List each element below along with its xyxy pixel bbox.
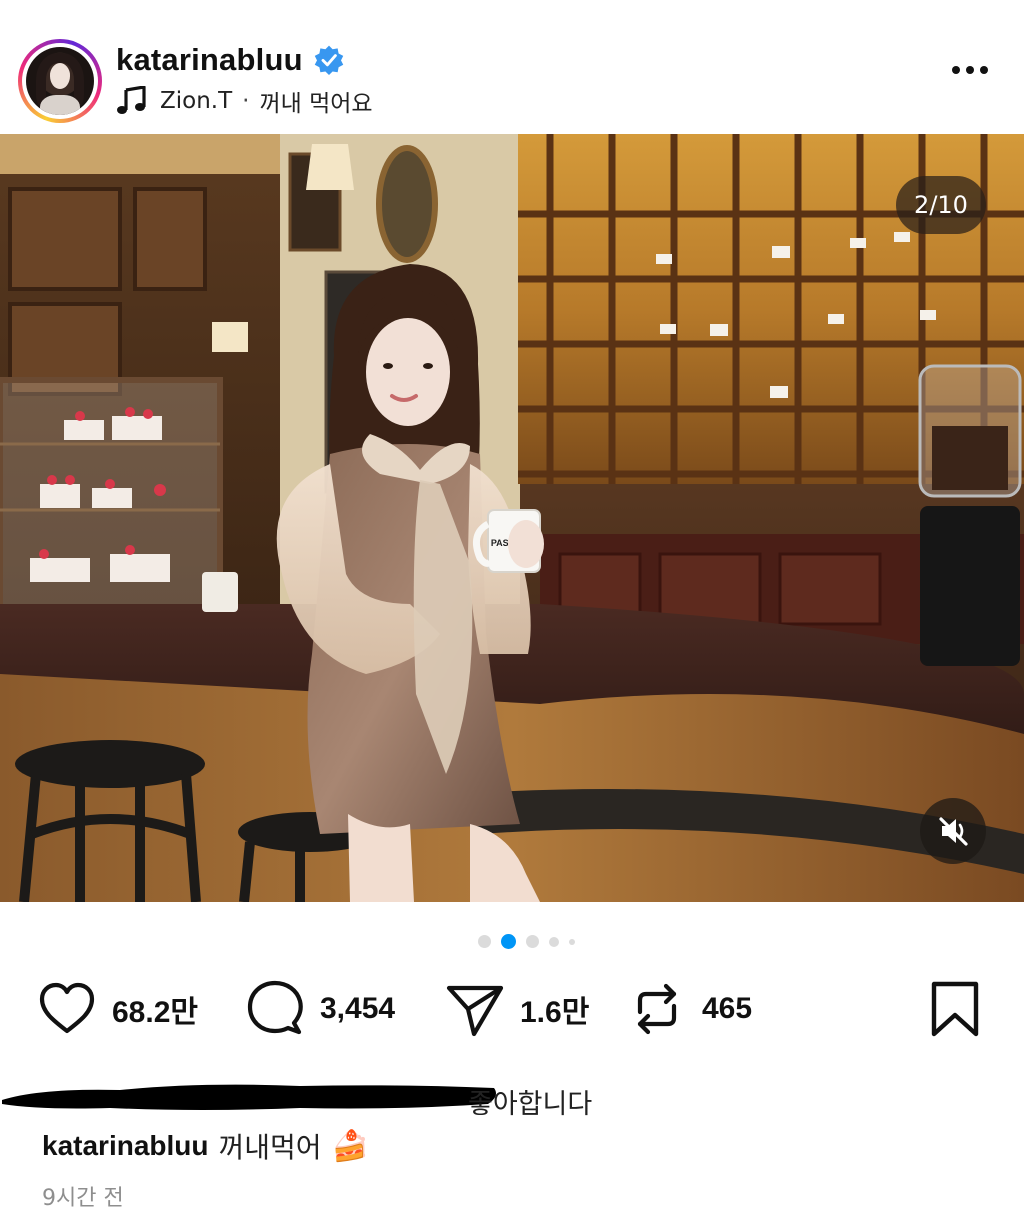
shares-count[interactable]: 1.6만 (520, 987, 589, 1031)
comments-count[interactable]: 3,454 (320, 992, 395, 1026)
share-action[interactable]: 1.6만 (444, 978, 589, 1040)
post-username[interactable]: katarinabluu (116, 42, 303, 78)
mute-button[interactable] (920, 798, 986, 864)
reposts-count[interactable]: 465 (702, 992, 752, 1026)
repost-icon[interactable] (626, 978, 688, 1040)
post-timestamp[interactable]: 9시간 전 (42, 1180, 124, 1212)
avatar[interactable] (26, 47, 94, 115)
comment-bubble-icon[interactable] (244, 978, 306, 1040)
post-caption: katarinabluu 꺼내먹어 🍰 (42, 1126, 369, 1166)
heart-icon[interactable] (36, 978, 98, 1040)
carousel-dot-active (501, 934, 516, 949)
music-separator: · (242, 88, 250, 114)
carousel-dot (478, 935, 491, 948)
likes-count[interactable]: 68.2만 (112, 987, 198, 1031)
avatar-story-ring[interactable] (18, 39, 102, 123)
music-note-icon (117, 86, 146, 114)
send-paper-plane-icon[interactable] (444, 978, 506, 1040)
speaker-muted-icon (939, 817, 968, 846)
music-artist: Zion.T (160, 88, 233, 114)
like-action[interactable]: 68.2만 (36, 978, 198, 1040)
post-image[interactable]: PASCUCCI 2/10 (0, 134, 1024, 902)
action-bar: 68.2만 3,454 1.6만 465 (0, 978, 1024, 1050)
cafe-scene: PASCUCCI (0, 134, 1024, 902)
carousel-dot (569, 938, 575, 945)
caption-text: 꺼내먹어 (218, 1131, 322, 1164)
save-action[interactable] (924, 978, 986, 1040)
carousel-dot (549, 936, 559, 947)
comment-action[interactable]: 3,454 (244, 978, 395, 1040)
more-options-icon[interactable] (952, 66, 988, 74)
carousel-indicator (478, 934, 575, 949)
image-counter: 2/10 (896, 176, 986, 234)
cake-emoji-icon: 🍰 (331, 1128, 369, 1164)
music-info[interactable]: Zion.T · 꺼내 먹어요 (116, 84, 373, 118)
carousel-dot (526, 935, 539, 948)
post-header: katarinabluu Zion.T · 꺼내 먹어요 (0, 0, 1024, 134)
redacted-liked-by-names (2, 1084, 496, 1110)
verified-badge-icon (314, 45, 343, 76)
liked-by-text[interactable]: 좋아합니다 (468, 1082, 592, 1121)
repost-action[interactable]: 465 (626, 978, 752, 1040)
music-title: 꺼내 먹어요 (259, 91, 373, 117)
bookmark-icon[interactable] (924, 978, 986, 1040)
caption-username[interactable]: katarinabluu (42, 1130, 208, 1162)
